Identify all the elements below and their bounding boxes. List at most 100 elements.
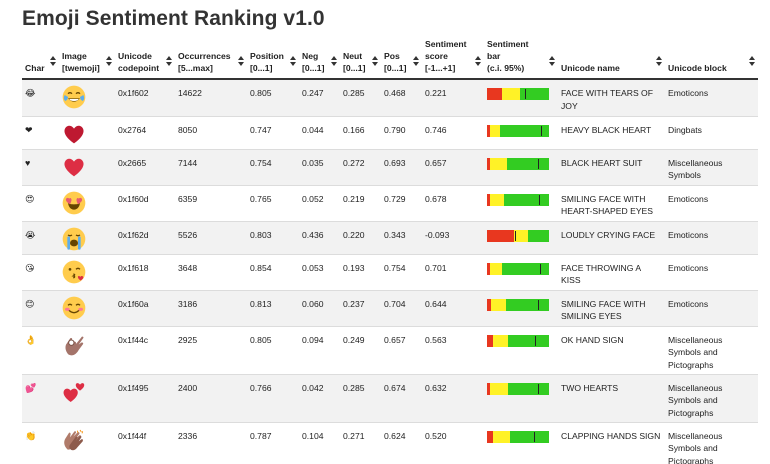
position-cell: 0.805 <box>247 325 299 374</box>
black-heart-suit-icon <box>62 155 112 179</box>
sentiment-bar <box>487 334 549 347</box>
sentiment-bar-neutral-segment <box>490 157 507 170</box>
codepoint-cell: 0x1f60a <box>115 289 175 326</box>
sentiment-bar-marker <box>541 125 542 136</box>
column-header-label: Unicode block <box>668 63 727 73</box>
page-title: Emoji Sentiment Ranking v1.0 <box>22 7 325 30</box>
codepoint-cell: 0x2764 <box>115 115 175 149</box>
column-header-pos[interactable]: Pos [0...1] <box>381 38 422 80</box>
position-cell: 0.854 <box>247 253 299 290</box>
sentiment-bar <box>487 262 549 275</box>
column-header-neut[interactable]: Neut [0...1] <box>340 38 381 80</box>
two-hearts-icon <box>62 380 112 404</box>
occurrences-cell: 3186 <box>175 289 247 326</box>
sort-arrows-icon[interactable] <box>238 56 244 66</box>
codepoint-cell: 0x1f62d <box>115 220 175 254</box>
sort-arrows-icon[interactable] <box>166 56 172 66</box>
sentiment-bar <box>487 298 549 311</box>
table-row[interactable]: 😘 0x1f618 3648 0.854 0.053 0.193 0.754 0.701 FAC… <box>22 253 758 290</box>
table-row[interactable]: 👏 0x1f44f 2336 0.787 0.104 0.271 0.624 0.520 CLA… <box>22 421 758 464</box>
sort-arrows-icon[interactable] <box>106 56 112 66</box>
sentiment-bar-marker <box>538 299 539 310</box>
table-row[interactable]: 😍 0x1f60d 6359 0.765 0.052 0.219 0.729 0.678 SMI… <box>22 184 758 221</box>
image-cell <box>59 421 115 464</box>
table-body: 😂 0x1f602 14622 0.805 0.247 0.285 0.468 0.221 FA… <box>22 78 758 464</box>
sort-arrows-icon[interactable] <box>331 56 337 66</box>
position-cell: 0.747 <box>247 115 299 149</box>
column-header-label: [5...max] <box>178 63 213 73</box>
column-header-codepoint[interactable]: Unicode codepoint <box>115 38 175 80</box>
column-header-char[interactable]: Char <box>22 38 59 80</box>
column-header-label: Pos <box>384 51 400 61</box>
unicode-block-cell: Emoticons <box>665 184 758 221</box>
column-header-neg[interactable]: Neg [0...1] <box>299 38 340 80</box>
unicode-name-cell: BLACK HEART SUIT <box>558 148 665 185</box>
score-cell: 0.632 <box>422 373 484 422</box>
sort-arrows-icon[interactable] <box>50 56 56 66</box>
unicode-block-cell: Emoticons <box>665 78 758 116</box>
table-row[interactable]: 😊 0x1f60a 3186 0.813 0.060 0.237 0.704 0.644 SMI… <box>22 289 758 326</box>
sort-arrows-icon[interactable] <box>549 56 555 66</box>
sentiment-bar-positive-segment <box>528 229 549 242</box>
neg-cell: 0.053 <box>299 253 340 290</box>
char-cell: 😭 <box>22 220 59 254</box>
sort-arrows-icon[interactable] <box>413 56 419 66</box>
pos-cell: 0.674 <box>381 373 422 422</box>
codepoint-cell: 0x1f60d <box>115 184 175 221</box>
ok-hand-sign-icon <box>62 332 112 356</box>
sort-arrows-icon[interactable] <box>290 56 296 66</box>
unicode-name-cell: FACE WITH TEARS OF JOY <box>558 78 665 116</box>
neg-cell: 0.247 <box>299 78 340 116</box>
unicode-name-cell: FACE THROWING A KISS <box>558 253 665 290</box>
table-row[interactable]: ❤ 0x2764 8050 0.747 0.044 0.166 0.790 0.746 HEAV… <box>22 115 758 149</box>
sort-arrows-icon[interactable] <box>656 56 662 66</box>
table-row[interactable]: 👌 0x1f44c 2925 0.805 0.094 0.249 0.657 0.563 OK … <box>22 325 758 374</box>
pos-cell: 0.693 <box>381 148 422 185</box>
table-row[interactable]: 😂 0x1f602 14622 0.805 0.247 0.285 0.468 0.221 FA… <box>22 78 758 116</box>
sentiment-bar-cell <box>484 148 558 185</box>
smiling-face-with-heart-eyes-icon <box>62 191 112 215</box>
char-cell: 👌 <box>22 325 59 374</box>
char-cell: ♥ <box>22 148 59 185</box>
sentiment-bar-positive-segment <box>502 262 549 275</box>
table-row[interactable]: 😭 0x1f62d 5526 0.803 0.436 0.220 0.343 -0.093 LO… <box>22 220 758 254</box>
column-header-position[interactable]: Position [0...1] <box>247 38 299 80</box>
table-row[interactable]: ♥ 0x2665 7144 0.754 0.035 0.272 0.693 0.657 BLAC… <box>22 148 758 185</box>
column-header-label: [-1...+1] <box>425 63 456 73</box>
neut-cell: 0.220 <box>340 220 381 254</box>
score-cell: -0.093 <box>422 220 484 254</box>
sentiment-bar-neutral-segment <box>490 124 500 137</box>
neut-cell: 0.272 <box>340 148 381 185</box>
column-header-image[interactable]: Image [twemoji] <box>59 38 115 80</box>
neut-cell: 0.166 <box>340 115 381 149</box>
column-header-label: [twemoji] <box>62 63 100 73</box>
score-cell: 0.520 <box>422 421 484 464</box>
column-header-unicode-block[interactable]: Unicode block <box>665 38 758 80</box>
column-header-occurrences[interactable]: Occurrences [5...max] <box>175 38 247 80</box>
column-header-sentiment-bar[interactable]: Sentiment bar (c.i. 95%) <box>484 38 558 80</box>
sentiment-bar-cell <box>484 421 558 464</box>
position-cell: 0.754 <box>247 148 299 185</box>
column-header-label: Occurrences <box>178 51 231 61</box>
column-header-sentiment-score[interactable]: Sentiment score [-1...+1] <box>422 38 484 80</box>
column-header-unicode-name[interactable]: Unicode name <box>558 38 665 80</box>
pos-cell: 0.657 <box>381 325 422 374</box>
sort-arrows-icon[interactable] <box>749 56 755 66</box>
unicode-block-cell: Emoticons <box>665 220 758 254</box>
neg-cell: 0.094 <box>299 325 340 374</box>
codepoint-cell: 0x1f618 <box>115 253 175 290</box>
neg-cell: 0.104 <box>299 421 340 464</box>
occurrences-cell: 8050 <box>175 115 247 149</box>
sentiment-bar-neutral-segment <box>490 193 504 206</box>
table-row[interactable]: 💕 0x1f495 2400 0.766 0.042 0.285 0.674 0.632 TWO… <box>22 373 758 422</box>
column-header-label <box>25 50 45 62</box>
unicode-name-cell: HEAVY BLACK HEART <box>558 115 665 149</box>
sort-arrows-icon[interactable] <box>372 56 378 66</box>
sentiment-bar-neutral-segment <box>493 334 508 347</box>
unicode-block-cell: Miscellaneous Symbols and Pictographs <box>665 421 758 464</box>
position-cell: 0.787 <box>247 421 299 464</box>
sort-arrows-icon[interactable] <box>475 56 481 66</box>
position-cell: 0.765 <box>247 184 299 221</box>
unicode-name-cell: SMILING FACE WITH SMILING EYES <box>558 289 665 326</box>
score-cell: 0.563 <box>422 325 484 374</box>
